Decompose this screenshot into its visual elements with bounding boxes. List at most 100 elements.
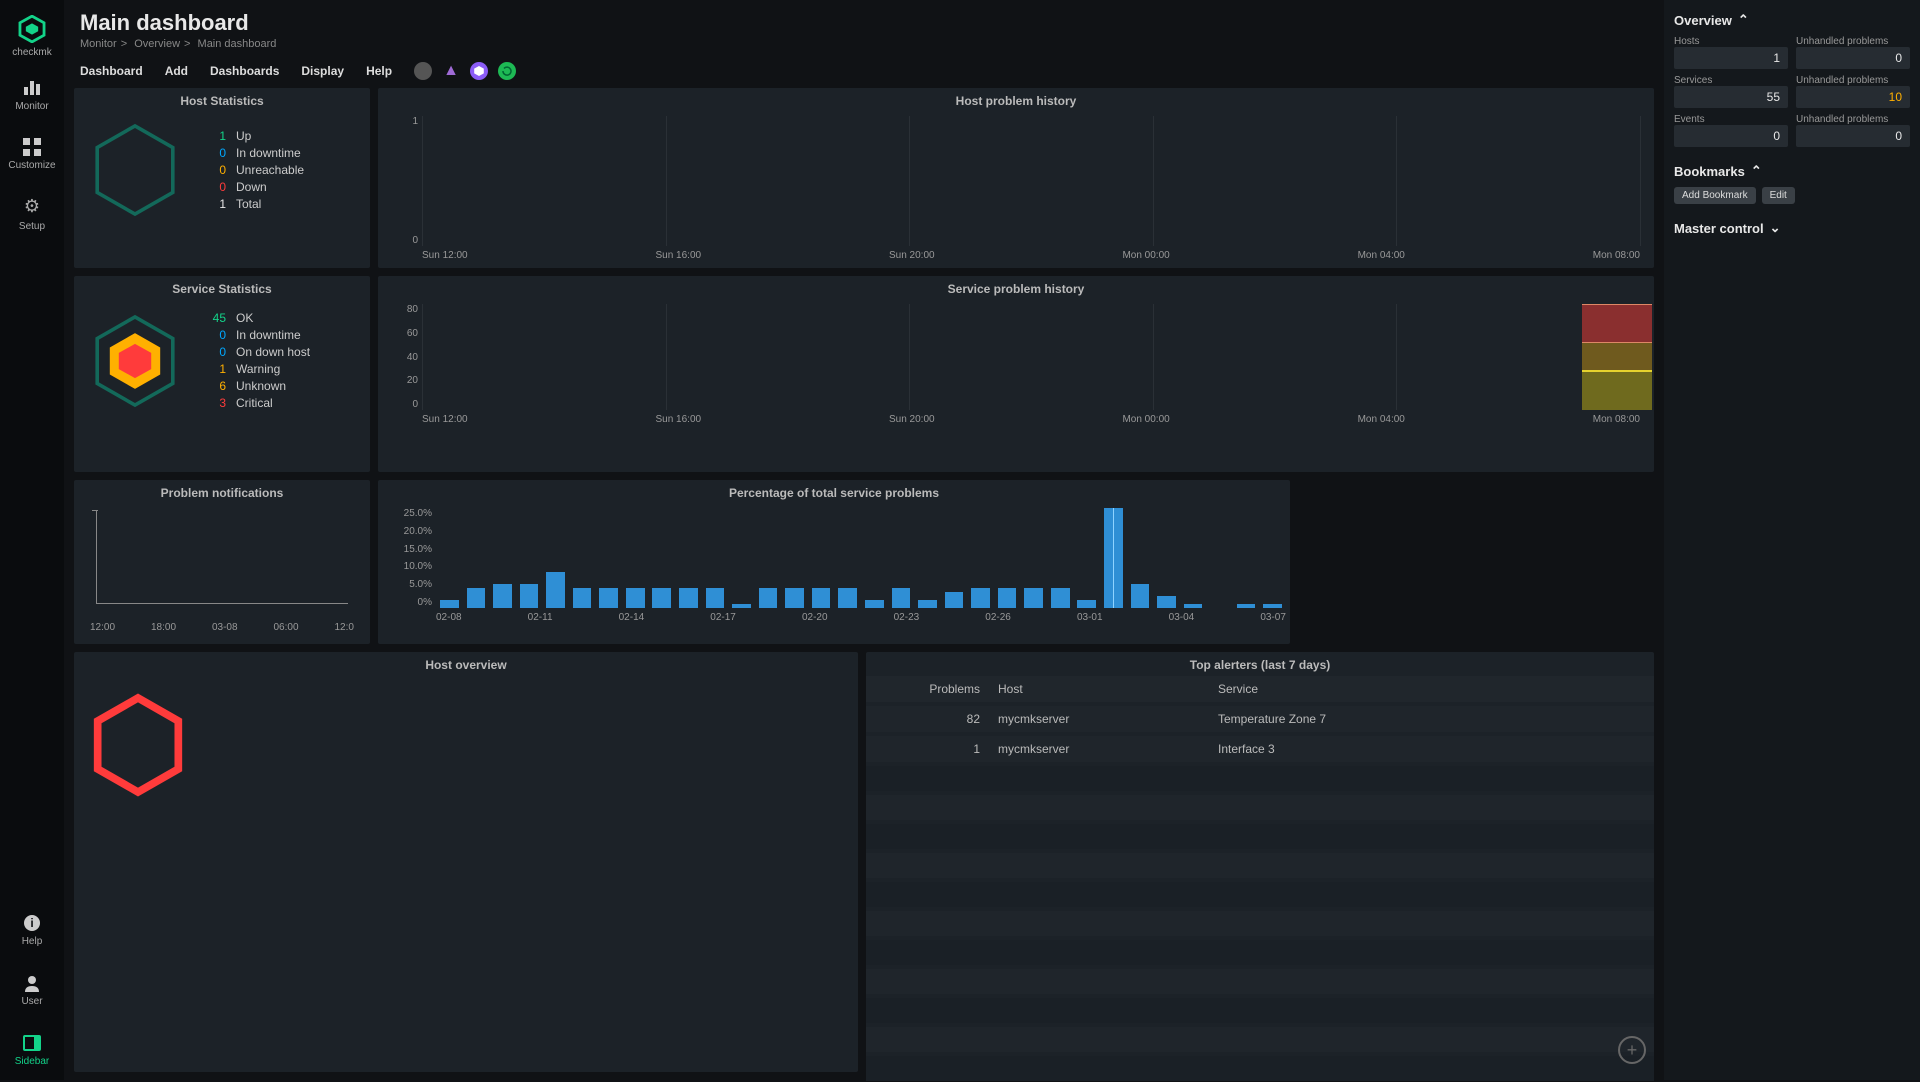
chart-bar: [998, 588, 1017, 608]
table-row: [866, 911, 1654, 936]
breadcrumb-item[interactable]: Overview: [134, 38, 180, 50]
hexagon-icon: [90, 120, 180, 220]
add-bookmark-button[interactable]: Add Bookmark: [1674, 187, 1756, 204]
menu-dashboards[interactable]: Dashboards: [210, 64, 279, 78]
stat-label: Total: [236, 197, 261, 211]
chart-bar: [971, 588, 990, 608]
stacked-area: [1582, 304, 1652, 410]
hex-icon[interactable]: [470, 62, 488, 80]
stat-label: Critical: [236, 396, 273, 410]
logo[interactable]: checkmk: [0, 8, 64, 64]
edit-bookmarks-button[interactable]: Edit: [1762, 187, 1795, 204]
stat-count: 45: [204, 311, 226, 325]
overview-value[interactable]: 0: [1796, 47, 1910, 69]
breadcrumb-item[interactable]: Monitor: [80, 38, 117, 50]
add-widget-button[interactable]: +: [1618, 1036, 1646, 1064]
table-row: [866, 1027, 1654, 1052]
table-row: [866, 766, 1654, 791]
grid-icon: [23, 138, 41, 156]
menu-add[interactable]: Add: [165, 64, 188, 78]
panel-title: Problem notifications: [74, 480, 370, 504]
overview-value[interactable]: 1: [1674, 47, 1788, 69]
sidebar-overview: Overview ⌃ Hosts1Unhandled problems0Serv…: [1674, 12, 1910, 147]
chart-canvas: 25.0%20.0%15.0%10.0%5.0%0%: [436, 508, 1286, 608]
svg-text:i: i: [30, 916, 33, 930]
chart-bar: [945, 592, 964, 608]
panel-title: Service Statistics: [74, 276, 370, 300]
section-toggle[interactable]: Bookmarks ⌃: [1674, 163, 1910, 179]
stat-label: OK: [236, 311, 253, 325]
nav-help[interactable]: i Help: [0, 900, 64, 960]
stat-label: Up: [236, 129, 251, 143]
panel-title: Host Statistics: [74, 88, 370, 112]
stat-label: Warning: [236, 362, 280, 376]
chart-bar: [1131, 584, 1150, 608]
menu-help[interactable]: Help: [366, 64, 392, 78]
stat-count: 0: [204, 163, 226, 177]
chart-bar: [599, 588, 618, 608]
nav-customize[interactable]: Customize: [0, 124, 64, 184]
chevron-up-icon: ⌃: [1751, 163, 1762, 179]
stat-count: 0: [204, 146, 226, 160]
chart-bar: [1024, 588, 1043, 608]
nav-monitor[interactable]: Monitor: [0, 64, 64, 124]
hexagon-icon[interactable]: [90, 692, 186, 798]
stat-count: 0: [204, 180, 226, 194]
panel-pct-service-problems: Percentage of total service problems 25.…: [378, 480, 1290, 644]
dashboard-content: Host Statistics 1 Up 0 In downtime 0 Unreacha…: [64, 88, 1664, 1082]
overview-value[interactable]: 0: [1796, 125, 1910, 147]
chart-bar: [467, 588, 486, 608]
stat-count: 0: [204, 345, 226, 359]
plus-icon: +: [1627, 1040, 1638, 1061]
table-row[interactable]: 1mycmkserverInterface 3: [866, 736, 1654, 762]
panel-title: Top alerters (last 7 days): [866, 652, 1654, 676]
stat-count: 6: [204, 379, 226, 393]
status-dot-icon[interactable]: [414, 62, 432, 80]
stat-label: Unreachable: [236, 163, 304, 177]
stat-count: 1: [204, 362, 226, 376]
overview-label: Unhandled problems: [1796, 36, 1910, 47]
chart-bar: [812, 588, 831, 608]
table-row: [866, 940, 1654, 965]
chart-bar: [626, 588, 645, 608]
menu-display[interactable]: Display: [301, 64, 344, 78]
chart-bar: [1157, 596, 1176, 608]
section-toggle[interactable]: Overview ⌃: [1674, 12, 1910, 28]
chart-bar: [440, 600, 459, 608]
panel-title: Host problem history: [378, 88, 1654, 112]
overview-value[interactable]: 0: [1674, 125, 1788, 147]
nav-sidebar[interactable]: Sidebar: [0, 1020, 64, 1080]
overview-value[interactable]: 55: [1674, 86, 1788, 108]
chart-canvas: 806040200: [422, 304, 1640, 410]
table-row[interactable]: 82mycmkserverTemperature Zone 7: [866, 706, 1654, 732]
menubar: Dashboard Add Dashboards Display Help ▲: [64, 54, 1664, 88]
triangle-icon[interactable]: ▲: [442, 62, 460, 80]
nav-setup[interactable]: ⚙ Setup: [0, 184, 64, 244]
info-icon: i: [23, 914, 41, 932]
stat-label: On down host: [236, 345, 310, 359]
stat-label: In downtime: [236, 328, 301, 342]
panel-problem-notifications: Problem notifications 12:0018:0003-0806:…: [74, 480, 370, 644]
chart-bar: [520, 584, 539, 608]
user-icon: [23, 974, 41, 992]
menu-dashboard[interactable]: Dashboard: [80, 64, 143, 78]
gear-icon: ⚙: [24, 196, 40, 217]
breadcrumb-item[interactable]: Main dashboard: [198, 38, 277, 50]
section-toggle[interactable]: Master control ⌄: [1674, 220, 1910, 236]
panel-title: Service problem history: [378, 276, 1654, 300]
stat-count: 1: [204, 197, 226, 211]
overview-value[interactable]: 10: [1796, 86, 1910, 108]
panel-title: Host overview: [74, 652, 858, 676]
table-row: [866, 795, 1654, 820]
refresh-icon[interactable]: [498, 62, 516, 80]
header: Main dashboard Monitor> Overview> Main d…: [64, 0, 1664, 54]
logo-icon: [18, 15, 46, 43]
chevron-down-icon: ⌄: [1770, 220, 1781, 236]
stat-count: 1: [204, 129, 226, 143]
chart-bar: [732, 604, 751, 608]
panel-top-alerters: Top alerters (last 7 days) ProblemsHostS…: [866, 652, 1654, 1072]
chart-bar: [679, 588, 698, 608]
panel-host-overview: Host overview: [74, 652, 858, 1072]
nav-user[interactable]: User: [0, 960, 64, 1020]
panel-host-statistics: Host Statistics 1Up0In downtime0Unreacha…: [74, 88, 370, 268]
